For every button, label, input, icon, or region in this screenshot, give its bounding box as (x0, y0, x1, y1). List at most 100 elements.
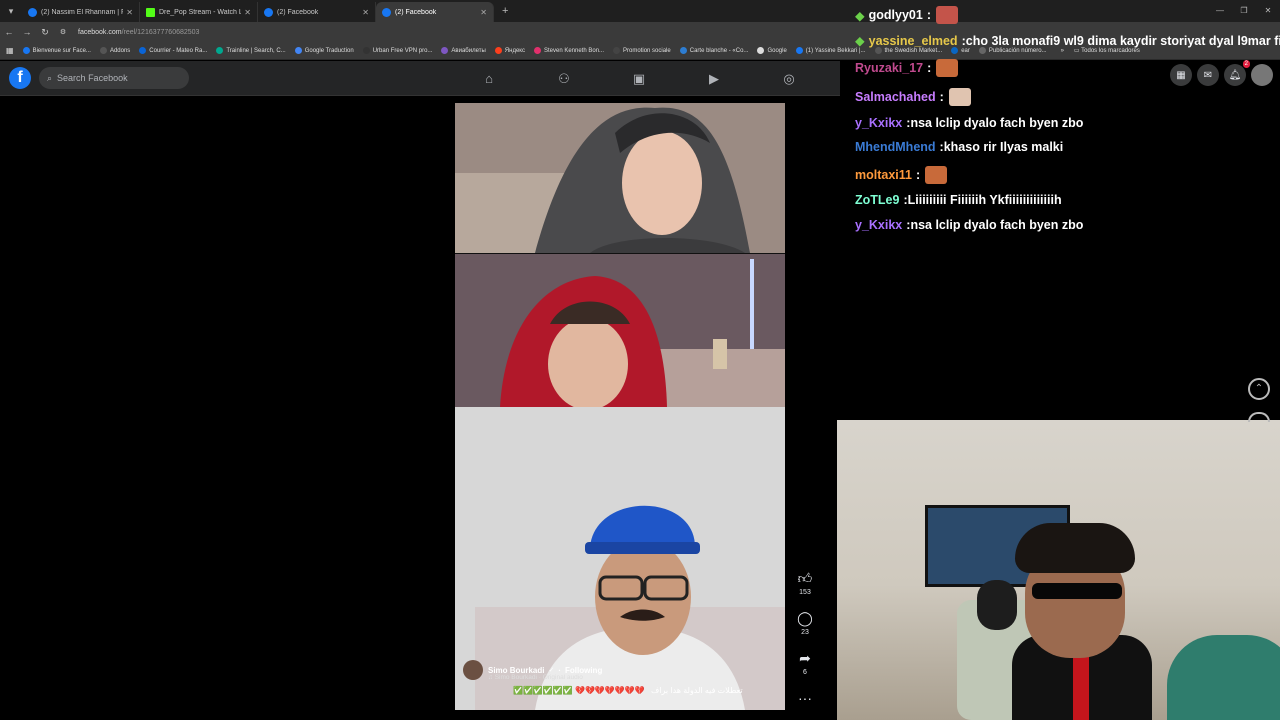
bookmark-favicon-icon (216, 47, 224, 54)
bookmark-favicon-icon (22, 47, 30, 54)
chat-message: moltaxi11: (855, 166, 948, 184)
bookmark-item[interactable]: Яндекс (494, 47, 525, 54)
like-icon: 👍︎ (797, 570, 813, 586)
url-path: /reel/1216377760682503 (121, 28, 200, 36)
chat-username[interactable]: Salmachahed (855, 90, 936, 104)
chat-username[interactable]: Ryuzaki_17 (855, 61, 923, 75)
bookmark-label: Urban Free VPN pro... (372, 47, 433, 54)
emoji-decorations: 💔💔💔💔💔💔💔 (575, 686, 645, 695)
video-pane-top (455, 103, 785, 253)
forward-icon[interactable]: → (18, 27, 36, 37)
video-icon[interactable]: ▶ (695, 61, 733, 96)
facebook-header: f ⌕ Search Facebook ⌂ ⚇ ▣ ▶ ◎ (0, 61, 840, 96)
bookmark-item[interactable]: Steven Kenneth Bon... (533, 47, 604, 54)
friends-icon[interactable]: ⚇ (545, 61, 583, 96)
reel-video[interactable] (455, 103, 785, 710)
gaming-icon[interactable]: ◎ (770, 61, 808, 96)
badge-icon: ◆ (855, 34, 865, 48)
facebook-logo-icon[interactable]: f (9, 67, 31, 89)
bookmark-item[interactable]: Promotion sociale (613, 47, 671, 54)
scroll-down-icon[interactable] (1248, 412, 1270, 422)
streamer-hair-image (1015, 523, 1135, 573)
bookmark-item[interactable]: Google Traduction (294, 47, 354, 54)
tab-search-icon[interactable]: ▾ (0, 0, 22, 22)
bookmark-favicon-icon (294, 47, 302, 54)
chat-message: ZoTLe9: Liiiiiiiii Fiiiiiih Ykfiiiiiiiii… (855, 193, 1062, 207)
bookmark-label: Trainline | Search, C... (226, 47, 286, 54)
like-count: 153 (799, 589, 811, 596)
reel-actions: 👍︎ 153 ◯ 23 ➦ 6 ··· (790, 570, 820, 720)
caption-text: تعطلات فيه الدولة هدا براف (650, 686, 743, 695)
badge-icon: ◆ (855, 8, 865, 23)
bookmark-item[interactable]: Авиабилеты (441, 47, 486, 54)
comment-button[interactable]: ◯ 23 (790, 610, 820, 636)
tab-1[interactable]: Dre_Pop Stream - Watch Live o ✕ (140, 2, 258, 22)
share-icon: ➦ (799, 650, 811, 666)
audio-text: Simo Bourkadi · Original audio (494, 674, 583, 681)
like-button[interactable]: 👍︎ 153 (790, 570, 820, 596)
bookmark-item[interactable]: Carte blanche - «Co... (679, 47, 749, 54)
bookmark-item[interactable]: Addons (99, 47, 131, 54)
check-emojis: ✅✅✅✅✅✅ (513, 686, 573, 695)
site-info-icon[interactable]: ⚙ (54, 28, 72, 36)
new-tab-button[interactable]: + (502, 5, 508, 17)
chat-message: Salmachahed: (855, 88, 971, 106)
chat-username[interactable]: ZoTLe9 (855, 193, 899, 207)
bookmark-favicon-icon (613, 47, 621, 54)
comment-count: 23 (801, 629, 809, 636)
bookmark-favicon-icon (99, 47, 107, 54)
apps-icon[interactable]: ▦ (6, 46, 14, 55)
close-tab-icon[interactable]: ✕ (362, 8, 369, 17)
back-icon[interactable]: ← (0, 27, 18, 37)
chat-separator: : (926, 8, 931, 22)
chat-username[interactable]: yassine_elmed (869, 34, 958, 48)
chat-emote-icon (936, 59, 959, 77)
chat-message: y_Kxikx: nsa lclip dyalo fach byen zbo (855, 218, 1083, 232)
close-tab-icon[interactable]: ✕ (244, 8, 251, 17)
sunglasses-image (1032, 583, 1122, 599)
comment-icon: ◯ (797, 610, 813, 626)
tab-3-active[interactable]: (2) Facebook ✕ (376, 2, 494, 22)
chat-separator: : (915, 168, 921, 182)
reel-caption: Simo Bourkadi ✓ · Following ♫ Simo Bourk… (463, 660, 783, 695)
scroll-up-icon[interactable]: ⌃ (1248, 378, 1270, 400)
share-button[interactable]: ➦ 6 (790, 650, 820, 676)
facebook-favicon-icon (264, 7, 273, 17)
caption-text-row: ✅✅✅✅✅✅ 💔💔💔💔💔💔💔 تعطلات فيه الدولة هدا برا… (513, 686, 783, 695)
home-icon[interactable]: ⌂ (470, 61, 508, 96)
kick-favicon-icon (146, 7, 155, 17)
bookmark-item[interactable]: Urban Free VPN pro... (362, 47, 433, 54)
marketplace-icon[interactable]: ▣ (620, 61, 658, 96)
bookmark-item[interactable]: Courrier - Mateo Ra... (139, 47, 207, 54)
second-person-image (1167, 635, 1280, 720)
bookmark-favicon-icon (441, 47, 449, 54)
bookmark-item[interactable]: Google (757, 47, 787, 54)
bookmark-label: Google Traduction (304, 47, 354, 54)
close-tab-icon[interactable]: ✕ (126, 8, 133, 17)
facebook-favicon-icon (382, 7, 391, 17)
close-tab-icon[interactable]: ✕ (480, 8, 487, 17)
bookmark-label: Google (767, 47, 787, 54)
reload-icon[interactable]: ↻ (36, 27, 54, 38)
chat-username[interactable]: moltaxi11 (855, 168, 912, 182)
bookmark-label: Авиабилеты (451, 47, 486, 54)
chat-username[interactable]: MhendMhend (855, 140, 936, 154)
bookmark-item[interactable]: Trainline | Search, C... (216, 47, 286, 54)
chat-username[interactable]: y_Kxikx (855, 218, 902, 232)
tab-2[interactable]: (2) Facebook ✕ (258, 2, 376, 22)
author-avatar[interactable] (463, 660, 483, 680)
search-input[interactable]: ⌕ Search Facebook (39, 67, 189, 89)
chat-username[interactable]: y_Kxikx (855, 116, 902, 130)
bookmark-item[interactable]: Bienvenue sur Face... (22, 47, 91, 54)
bookmark-favicon-icon (139, 47, 147, 54)
bookmark-label: Addons (109, 47, 131, 54)
bookmark-favicon-icon (533, 47, 541, 54)
more-options-button[interactable]: ··· (790, 690, 820, 706)
chat-message: ◆ yassine_elmed: cho 3la monafi9 wl9 dim… (855, 33, 1280, 49)
chat-username[interactable]: godlyy01 (869, 8, 923, 22)
tab-0[interactable]: (2) Nassim El Rhannam | Faceb ✕ (22, 2, 140, 22)
bookmark-label: Bienvenue sur Face... (32, 47, 91, 54)
url-field[interactable]: facebook.com/reel/1216377760682503 (78, 29, 199, 36)
audio-label[interactable]: ♫ Simo Bourkadi · Original audio (488, 674, 783, 681)
bookmark-label: Carte blanche - «Co... (689, 47, 749, 54)
